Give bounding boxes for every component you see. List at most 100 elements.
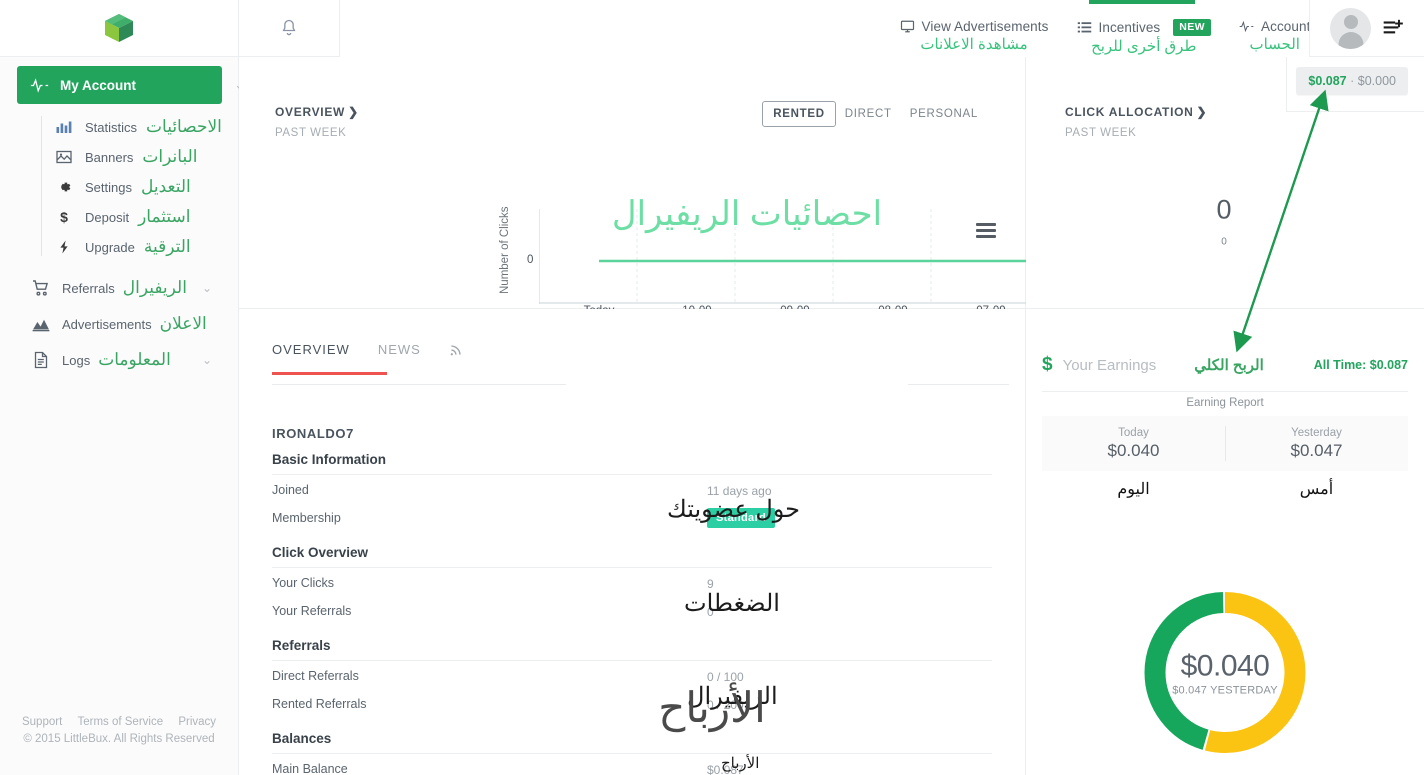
sidebar: My Account ⌄ Statistics الاحصائيات Banne… <box>0 57 245 775</box>
nav-label: View Advertisements <box>921 19 1049 34</box>
sidebar-item-referrals[interactable]: Referrals الريفيرال ⌄ <box>0 270 238 306</box>
mountain-chart-icon <box>32 319 50 332</box>
sidebar-submenu: Statistics الاحصائيات Banners البانرات S… <box>0 112 238 262</box>
detail-row-joined: Joined 11 days ago <box>272 480 992 508</box>
segment-personal[interactable]: PERSONAL <box>901 102 987 126</box>
sidebar-item-label: Banners <box>85 149 134 165</box>
nav-label-arabic: الحساب <box>1249 36 1300 53</box>
card-title-text: CLICK ALLOCATION <box>1065 105 1194 119</box>
sidebar-footer: Support Terms of Service Privacy © 2015 … <box>0 716 238 745</box>
header-user-area <box>1309 0 1424 57</box>
row-key: Joined <box>272 483 309 497</box>
sidebar-item-deposit[interactable]: $ Deposit استثمار <box>42 202 238 232</box>
footer-link-support[interactable]: Support <box>22 716 62 728</box>
earnings-header: $ Your Earnings الربح الكلي All Time: $0… <box>1026 339 1424 391</box>
overview-card-subtitle: PAST WEEK <box>275 127 347 139</box>
detail-row-rented-referrals: Rented Referrals 0 / 200 <box>272 694 992 722</box>
section-heading-balances: Balances <box>272 731 332 746</box>
report-arabic-today: اليوم <box>1117 481 1150 498</box>
top-header: View Advertisements مشاهدة الاعلانات Inc… <box>0 0 1424 57</box>
section-heading-referrals: Referrals <box>272 638 331 653</box>
gear-icon <box>61 182 71 192</box>
footer-link-terms[interactable]: Terms of Service <box>77 716 163 728</box>
sidebar-item-logs[interactable]: Logs المعلومات ⌄ <box>0 342 238 378</box>
bar-chart-icon <box>56 121 72 133</box>
earnings-arabic-big-label: الأرباح <box>658 684 766 731</box>
allocation-card-title[interactable]: CLICK ALLOCATION ❯ <box>1065 105 1207 119</box>
earnings-donut-chart: $0.040 $0.047 YESTERDAY <box>1144 591 1307 754</box>
sidebar-item-statistics[interactable]: Statistics الاحصائيات <box>42 112 238 142</box>
footer-link-privacy[interactable]: Privacy <box>178 716 216 728</box>
chevron-down-icon[interactable]: ⌄ <box>202 281 212 295</box>
document-icon <box>34 351 48 369</box>
nav-label-arabic: طرق أخرى للربح <box>1091 38 1197 55</box>
list-add-icon[interactable] <box>1383 19 1404 37</box>
row-key: Your Clicks <box>272 576 335 590</box>
sidebar-main-items: Referrals الريفيرال ⌄ Advertisements الا… <box>0 270 238 378</box>
earnings-input[interactable]: Your Earnings <box>1063 357 1157 374</box>
balance-sub-value: $0.000 <box>1357 74 1396 88</box>
chart-y-tick-0: 0 <box>527 254 534 266</box>
detail-row-main-balance: Main Balance $0.087 <box>272 759 992 775</box>
section-divider <box>272 474 992 475</box>
balance-tooltip[interactable]: $0.087 · $0.000 <box>1296 67 1408 95</box>
section-divider <box>272 567 992 568</box>
overview-chart-card: OVERVIEW ❯ PAST WEEK RENTED DIRECT PERSON… <box>239 57 1229 317</box>
report-value: $0.047 <box>1290 440 1343 460</box>
dollar-sign-icon: $ <box>1042 354 1053 375</box>
earnings-divider <box>1042 391 1408 392</box>
sidebar-item-label: Referrals <box>62 280 115 296</box>
footer-links: Support Terms of Service Privacy <box>0 716 238 728</box>
segment-rented[interactable]: RENTED <box>762 101 836 127</box>
dollar-icon: $ <box>60 209 68 225</box>
report-cell-today: Today $0.040 <box>1042 416 1225 471</box>
tab-news[interactable]: NEWS <box>378 342 449 375</box>
overview-card-title[interactable]: OVERVIEW ❯ <box>275 105 359 119</box>
donut-center-main: $0.040 <box>1180 649 1270 682</box>
tab-overview[interactable]: OVERVIEW <box>272 342 387 375</box>
sidebar-item-label-arabic: الاعلان <box>159 314 207 333</box>
chevron-right-icon: ❯ <box>348 105 359 119</box>
detail-row-direct-referrals: Direct Referrals 0 / 100 <box>272 666 992 694</box>
allocation-card-subtitle: PAST WEEK <box>1065 127 1137 139</box>
arabic-note-balances: الأرباح <box>721 755 760 772</box>
sidebar-item-advertisements[interactable]: Advertisements الاعلان <box>0 306 238 342</box>
row-key: Membership <box>272 511 341 525</box>
detail-row-membership: Membership Standard <box>272 508 992 536</box>
allocation-sub-value: 0 <box>1221 236 1227 248</box>
sidebar-item-upgrade[interactable]: Upgrade الترقية <box>42 232 238 262</box>
chart-y-axis-title: Number of Clicks <box>499 206 511 294</box>
sidebar-item-banners[interactable]: Banners البانرات <box>42 142 238 172</box>
sidebar-item-label: My Account <box>60 77 137 93</box>
sidebar-item-my-account[interactable]: My Account ⌄ <box>17 66 245 104</box>
section-heading-click-overview: Click Overview <box>272 545 369 560</box>
detail-username: IRONALDO7 <box>272 426 354 441</box>
report-value: $0.040 <box>1107 440 1160 460</box>
arabic-note-click-overview: الضغطات <box>684 590 780 617</box>
hamburger-menu-icon[interactable] <box>976 223 996 238</box>
avatar[interactable] <box>1330 7 1371 49</box>
detail-panel: OVERVIEW NEWS IRONALDO7 Basic Informatio… <box>239 309 1026 775</box>
footer-copyright: © 2015 LittleBux. All Rights Reserved <box>23 733 215 745</box>
nav-label: Incentives <box>1098 20 1161 35</box>
bolt-icon <box>60 240 68 254</box>
section-divider <box>272 660 992 661</box>
monitor-icon <box>900 20 914 33</box>
nav-item-view-advertisements[interactable]: View Advertisements مشاهدة الاعلانات <box>886 19 1063 53</box>
rss-icon[interactable] <box>449 342 464 357</box>
tab-divider-right <box>908 384 1009 385</box>
nav-active-indicator <box>1089 0 1195 4</box>
logo-cell[interactable] <box>0 0 239 57</box>
sidebar-item-label-arabic: الاحصائيات <box>146 117 222 136</box>
earning-report-label: Earning Report <box>1186 397 1264 409</box>
chevron-down-icon[interactable]: ⌄ <box>202 353 212 367</box>
nav-badge-new: NEW <box>1173 19 1211 36</box>
card-title-text: OVERVIEW <box>275 105 346 119</box>
sidebar-item-settings[interactable]: Settings التعديل <box>42 172 238 202</box>
report-key: Today <box>1118 426 1149 439</box>
nav-item-incentives[interactable]: Incentives NEW طرق أخرى للربح <box>1063 19 1226 55</box>
donut-center-text: $0.040 $0.047 YESTERDAY <box>1150 649 1300 696</box>
segment-direct[interactable]: DIRECT <box>836 102 901 126</box>
earnings-panel: $ Your Earnings الربح الكلي All Time: $0… <box>1026 309 1424 775</box>
notifications-button[interactable] <box>239 0 340 57</box>
